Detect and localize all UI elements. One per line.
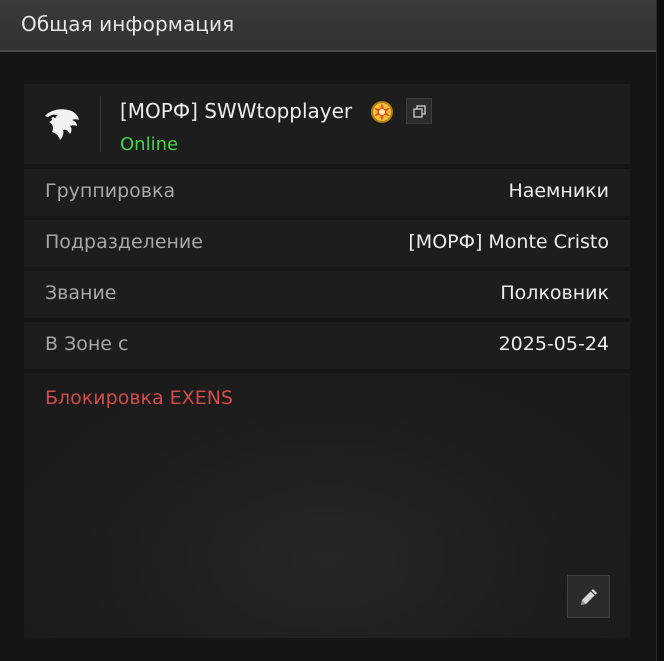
row-label: Группировка — [45, 180, 176, 202]
copy-name-button[interactable] — [406, 98, 432, 124]
general-info-panel: Общая информация [МОРФ] SWWtopplayer Onl… — [0, 0, 657, 661]
info-row-faction: Группировка Наемники — [24, 169, 630, 216]
row-label: В Зоне с — [45, 333, 129, 355]
panel-header: Общая информация — [0, 0, 656, 52]
edit-notes-button[interactable] — [567, 575, 610, 618]
pencil-icon — [581, 589, 597, 605]
row-value: Наемники — [508, 180, 609, 202]
row-value: Полковник — [500, 282, 609, 304]
copy-icon — [413, 105, 426, 118]
block-note: Блокировка EXENS — [45, 387, 233, 409]
online-status: Online — [120, 134, 179, 155]
info-row-in-zone-since: В Зоне с 2025-05-24 — [24, 322, 630, 369]
info-row-rank: Звание Полковник — [24, 271, 630, 318]
notes-area: Блокировка EXENS — [24, 373, 630, 638]
medal-badge-icon — [369, 99, 395, 125]
row-label: Подразделение — [45, 231, 203, 253]
row-value: [МОРФ] Monte Cristo — [408, 231, 609, 253]
row-label: Звание — [45, 282, 117, 304]
player-name: [МОРФ] SWWtopplayer — [120, 99, 353, 123]
eagle-head-icon — [42, 106, 82, 142]
profile-divider — [100, 96, 101, 152]
row-value: 2025-05-24 — [498, 333, 609, 355]
info-row-division: Подразделение [МОРФ] Monte Cristo — [24, 220, 630, 267]
profile-card: [МОРФ] SWWtopplayer Online — [24, 84, 630, 164]
panel-title: Общая информация — [21, 12, 235, 36]
